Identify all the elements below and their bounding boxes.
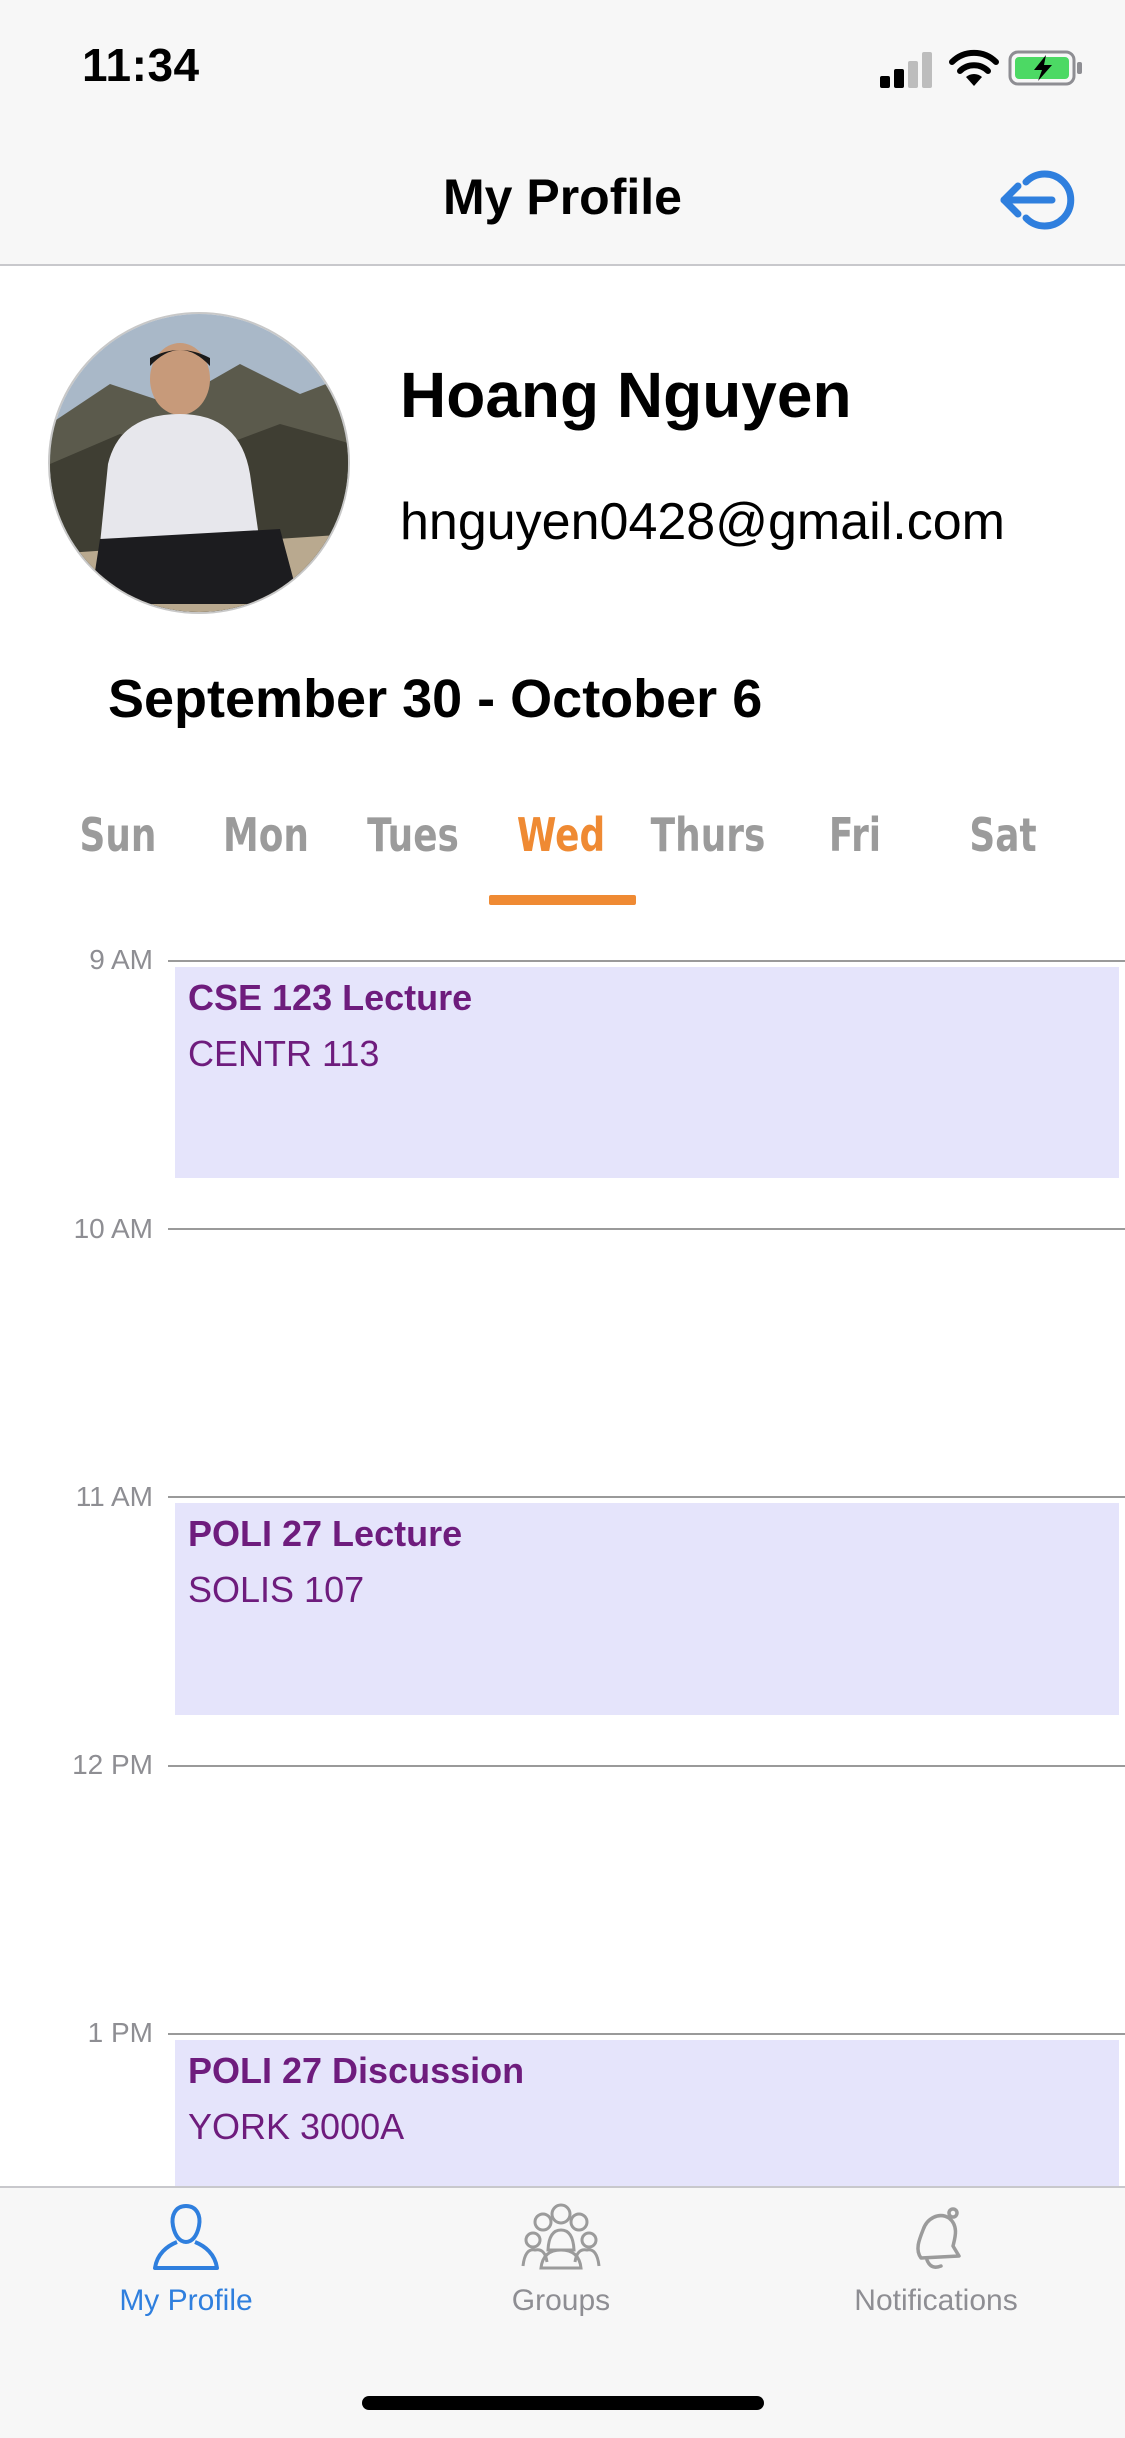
profile-name: Hoang Nguyen: [400, 359, 852, 431]
event-block[interactable]: POLI 27 Lecture SOLIS 107: [175, 1503, 1119, 1715]
page-title: My Profile: [443, 169, 682, 225]
profile-photo: [50, 314, 348, 612]
event-location: YORK 3000A: [188, 2106, 405, 2147]
event-location: CENTR 113: [188, 1033, 380, 1074]
hour-divider: [168, 1496, 1125, 1498]
week-range: September 30 - October 6: [108, 669, 763, 729]
group-icon: [521, 2203, 601, 2270]
day-tab-fri[interactable]: Fri: [797, 808, 912, 862]
bell-icon: [916, 2207, 961, 2269]
event-title: CSE 123 Lecture: [188, 977, 473, 1018]
avatar[interactable]: [48, 312, 350, 614]
hour-label: 9 AM: [89, 944, 153, 975]
event-block[interactable]: POLI 27 Discussion YORK 3000A: [175, 2040, 1119, 2186]
hour-label: 12 PM: [72, 1749, 153, 1780]
tab-groups[interactable]: Groups: [411, 2200, 711, 2318]
day-tab-tues[interactable]: Tues: [355, 808, 470, 862]
event-location: SOLIS 107: [188, 1569, 365, 1610]
day-tab-wed[interactable]: Wed: [503, 808, 618, 862]
event-title: POLI 27 Discussion: [188, 2050, 525, 2091]
hour-divider: [168, 2033, 1125, 2035]
tab-my-profile[interactable]: My Profile: [36, 2200, 336, 2318]
day-schedule[interactable]: 9 AM CSE 123 Lecture CENTR 113 10 AM 11 …: [0, 930, 1125, 2186]
selected-day-indicator: [489, 895, 636, 905]
event-title: POLI 27 Lecture: [188, 1513, 463, 1554]
hour-divider: [168, 1228, 1125, 1230]
day-tab-sun[interactable]: Sun: [60, 808, 175, 862]
tab-label: My Profile: [119, 2284, 253, 2317]
profile-email: hnguyen0428@gmail.com: [400, 493, 1005, 551]
event-block[interactable]: CSE 123 Lecture CENTR 113: [175, 967, 1119, 1178]
wifi-icon: [949, 49, 999, 86]
logout-icon: [1000, 170, 1075, 230]
status-time: 11:34: [82, 39, 200, 91]
tab-label: Notifications: [854, 2284, 1018, 2317]
day-tab-thurs[interactable]: Thurs: [650, 808, 766, 862]
person-icon: [153, 2204, 219, 2270]
hour-divider: [168, 1765, 1125, 1767]
hour-label: 10 AM: [73, 1213, 153, 1244]
day-tab-sat[interactable]: Sat: [945, 808, 1060, 862]
logout-button[interactable]: [996, 160, 1084, 240]
tab-notifications[interactable]: Notifications: [786, 2200, 1086, 2318]
cellular-signal-icon: [880, 52, 932, 88]
hour-label: 1 PM: [87, 2017, 153, 2048]
tab-label: Groups: [511, 2284, 611, 2317]
day-tab-mon[interactable]: Mon: [208, 808, 323, 862]
home-indicator: [362, 2396, 764, 2410]
hour-divider: [168, 960, 1125, 962]
battery-charging-icon: [1008, 50, 1082, 86]
hour-label: 11 AM: [75, 1481, 153, 1512]
